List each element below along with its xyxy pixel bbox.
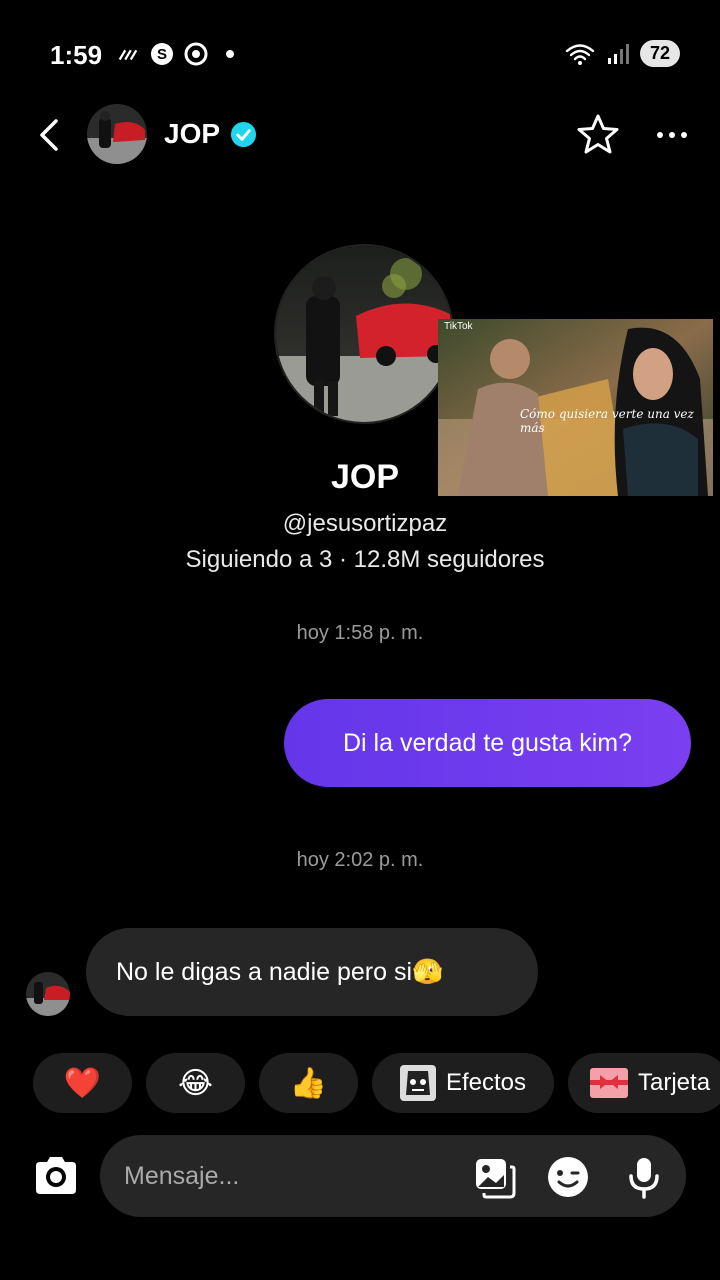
status-system-icons: 72 bbox=[564, 40, 680, 67]
svg-text:S: S bbox=[157, 46, 167, 63]
avatar-image bbox=[26, 972, 70, 1016]
more-icon bbox=[657, 132, 663, 138]
emoji-face-icon bbox=[548, 1157, 588, 1197]
more-options-button[interactable] bbox=[650, 120, 694, 150]
sender-avatar[interactable] bbox=[26, 972, 70, 1016]
microphone-icon bbox=[629, 1158, 659, 1199]
wifi-icon bbox=[564, 42, 596, 66]
message-timestamp: hoy 1:58 p. m. bbox=[296, 622, 424, 644]
avatar-image bbox=[87, 104, 147, 164]
chrome-icon bbox=[184, 42, 208, 66]
reaction-heart-button[interactable]: ❤️ bbox=[33, 1053, 132, 1113]
header-title[interactable]: JOP bbox=[164, 118, 257, 150]
header-name: JOP bbox=[164, 118, 221, 149]
favorite-button[interactable] bbox=[575, 112, 621, 158]
battery-indicator: 72 bbox=[640, 40, 680, 67]
card-label: Tarjeta bbox=[638, 1069, 711, 1096]
more-icon-dot bbox=[681, 132, 687, 138]
message-text: No le digas a nadie pero si🫣 bbox=[116, 957, 444, 986]
status-time: 1:59 bbox=[50, 40, 103, 70]
tiktok-logo: TikTok bbox=[444, 321, 473, 332]
gallery-icon bbox=[476, 1159, 516, 1199]
status-bar: 1:59 S 72 bbox=[0, 0, 720, 110]
card-button[interactable]: Tarjeta bbox=[568, 1053, 720, 1113]
notification-dot-icon bbox=[218, 42, 242, 66]
profile-stats: Siguiendo a 3 · 12.8M seguidores bbox=[185, 546, 545, 573]
sticker-button[interactable] bbox=[546, 1155, 590, 1199]
gallery-button[interactable] bbox=[472, 1155, 516, 1199]
effects-button[interactable]: Efectos bbox=[372, 1053, 554, 1113]
profile-handle[interactable]: @jesusortizpaz bbox=[0, 510, 720, 538]
profile-avatar[interactable] bbox=[274, 244, 454, 424]
reaction-laugh-button[interactable]: 😂 bbox=[146, 1053, 245, 1113]
incoming-message-bubble[interactable]: No le digas a nadie pero si🫣 bbox=[86, 928, 538, 1016]
signal-bars-icon bbox=[116, 42, 140, 66]
effects-icon bbox=[399, 1065, 436, 1101]
reaction-thumbs-up-button[interactable]: 👍 bbox=[259, 1053, 358, 1113]
chat-header: JOP bbox=[0, 100, 720, 170]
star-icon bbox=[577, 114, 619, 154]
heart-icon: ❤️ bbox=[63, 1066, 102, 1100]
message-timestamp: hoy 2:02 p. m. bbox=[296, 849, 424, 871]
message-composer bbox=[100, 1135, 686, 1217]
status-notification-icons: S bbox=[116, 42, 242, 66]
verified-icon bbox=[230, 121, 257, 147]
voice-message-button[interactable] bbox=[622, 1155, 666, 1199]
more-icon-dot bbox=[669, 132, 675, 138]
profile-name: JOP bbox=[330, 458, 400, 496]
effects-label: Efectos bbox=[445, 1069, 527, 1096]
s-app-icon: S bbox=[150, 42, 174, 66]
message-input[interactable] bbox=[124, 1135, 454, 1217]
cell-signal-icon bbox=[606, 42, 630, 66]
outgoing-message-bubble[interactable]: Di la verdad te gusta kim? bbox=[284, 699, 691, 787]
message-text: Di la verdad te gusta kim? bbox=[342, 728, 633, 757]
header-avatar[interactable] bbox=[87, 104, 147, 164]
camera-icon bbox=[36, 1157, 76, 1194]
laughing-face-icon: 😂 bbox=[177, 1066, 214, 1100]
quick-reaction-bar: ❤️ 😂 👍 Efectos Tarjeta bbox=[0, 1053, 720, 1113]
gift-card-icon bbox=[590, 1068, 628, 1098]
video-caption: Cómo quisiera verte una vez más bbox=[520, 407, 694, 435]
thumbs-up-icon: 👍 bbox=[289, 1066, 328, 1100]
back-arrow-icon bbox=[40, 119, 58, 151]
camera-button[interactable] bbox=[30, 1150, 82, 1202]
profile-photo bbox=[276, 246, 452, 422]
back-button[interactable] bbox=[28, 112, 68, 158]
